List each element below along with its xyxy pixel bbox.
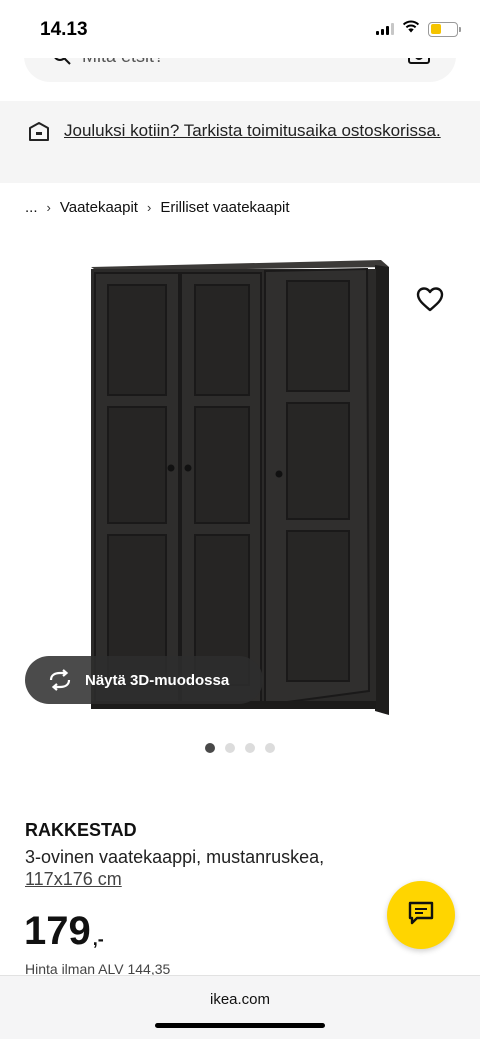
heart-icon[interactable] bbox=[415, 285, 445, 313]
delivery-notice[interactable]: Jouluksi kotiin? Tarkista toimitusaika o… bbox=[0, 101, 480, 183]
carousel-dot[interactable] bbox=[265, 743, 275, 753]
delivery-notice-link[interactable]: Jouluksi kotiin? Tarkista toimitusaika o… bbox=[64, 118, 454, 144]
product-size-link[interactable]: 117x176 cm bbox=[25, 869, 122, 890]
browser-url[interactable]: ikea.com bbox=[0, 991, 480, 1008]
browser-bar: ikea.com bbox=[0, 975, 480, 1039]
product-price: 179 ,- bbox=[24, 908, 104, 954]
carousel-dots bbox=[205, 743, 275, 753]
view-3d-button[interactable]: Näytä 3D-muodossa bbox=[25, 656, 263, 704]
cellular-signal-icon bbox=[376, 23, 394, 35]
product-name: RAKKESTAD bbox=[25, 820, 137, 840]
breadcrumb: ... › Vaatekaapit › Erilliset vaatekaapi… bbox=[25, 199, 290, 216]
breadcrumb-item-erilliset[interactable]: Erilliset vaatekaapit bbox=[160, 199, 289, 216]
status-bar: 14.13 bbox=[0, 0, 480, 58]
breadcrumb-separator-icon: › bbox=[46, 200, 51, 215]
price-suffix: ,- bbox=[92, 929, 104, 949]
product-description: 3-ovinen vaatekaappi, mustanruskea, bbox=[25, 847, 325, 867]
wifi-icon bbox=[402, 20, 420, 38]
battery-icon bbox=[428, 21, 461, 37]
carousel-dot[interactable] bbox=[205, 743, 215, 753]
home-indicator[interactable] bbox=[155, 1023, 325, 1028]
carousel-dot[interactable] bbox=[225, 743, 235, 753]
breadcrumb-separator-icon: › bbox=[146, 200, 152, 215]
view-3d-label: Näytä 3D-muodossa bbox=[85, 671, 230, 689]
price-amount: 179 bbox=[24, 909, 91, 953]
carousel-dot[interactable] bbox=[245, 743, 255, 753]
breadcrumb-item-vaatekaapit[interactable]: Vaatekaapit bbox=[60, 199, 138, 216]
breadcrumb-item-more[interactable]: ... bbox=[25, 199, 38, 216]
wardrobe-product-image[interactable] bbox=[85, 255, 395, 725]
status-time: 14.13 bbox=[40, 19, 88, 40]
delivery-box-icon bbox=[28, 121, 50, 143]
chat-icon bbox=[408, 901, 434, 930]
chat-button[interactable] bbox=[387, 881, 455, 949]
battery-level bbox=[430, 24, 441, 34]
rotate-3d-icon bbox=[47, 669, 73, 691]
status-icons bbox=[376, 20, 461, 38]
